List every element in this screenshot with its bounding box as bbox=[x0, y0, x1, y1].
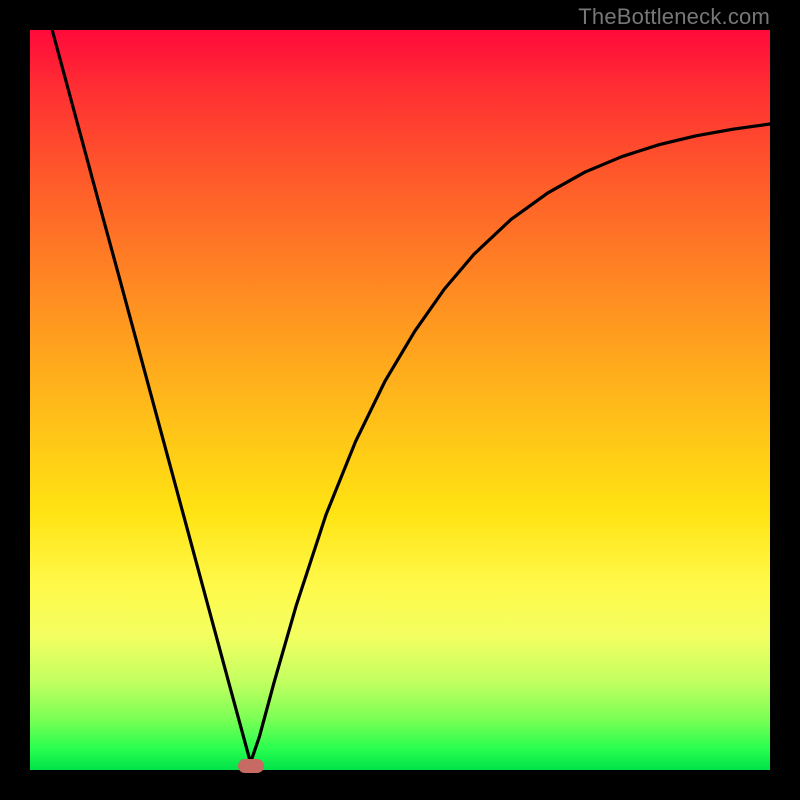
curve-layer bbox=[30, 30, 770, 770]
chart-frame: TheBottleneck.com bbox=[0, 0, 800, 800]
watermark-text: TheBottleneck.com bbox=[578, 4, 770, 30]
min-marker bbox=[238, 759, 264, 773]
bottleneck-curve bbox=[52, 30, 770, 763]
plot-area bbox=[30, 30, 770, 770]
